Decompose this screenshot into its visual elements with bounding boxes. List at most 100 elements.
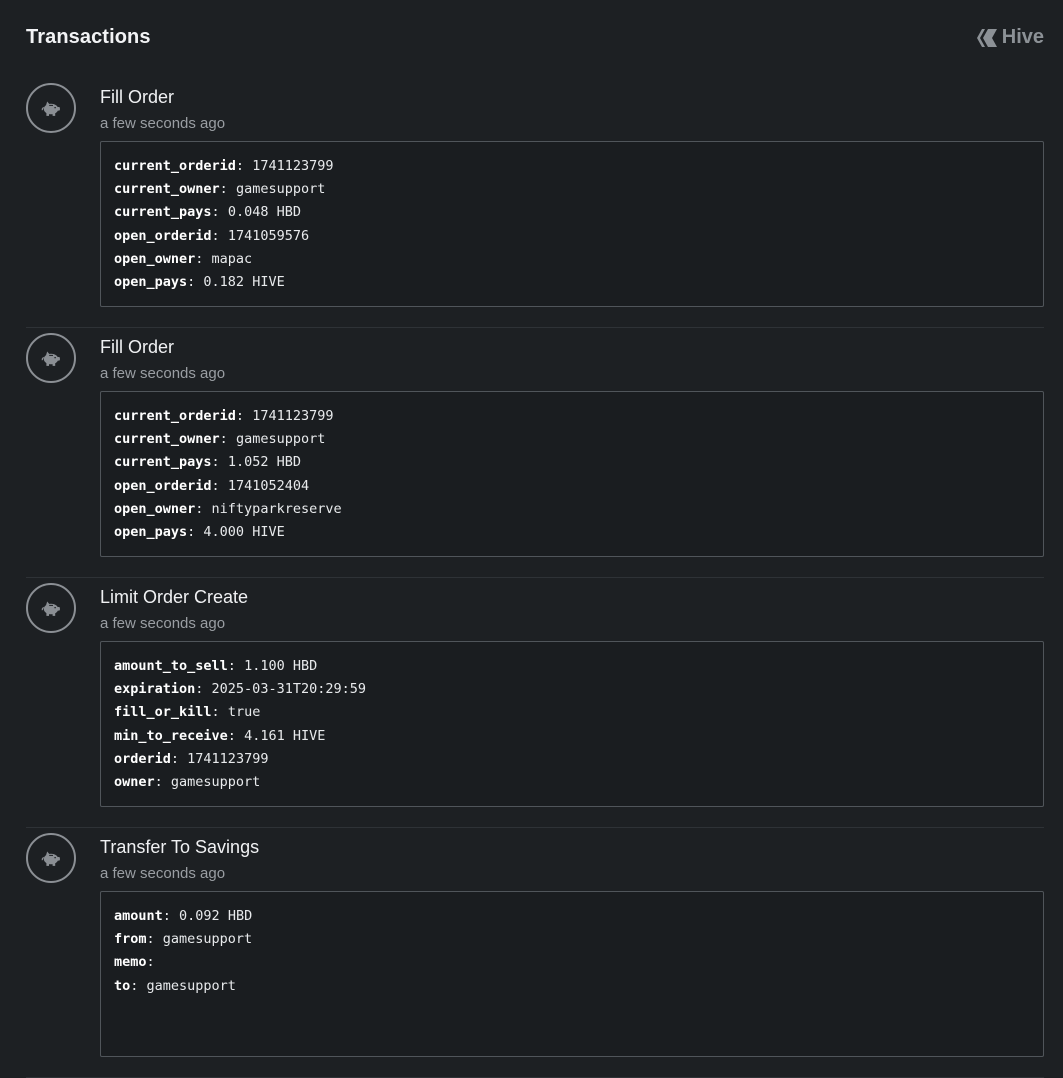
detail-value: gamesupport	[170, 773, 261, 790]
detail-row: expiration: 2025-03-31T20:29:59	[114, 680, 1030, 703]
detail-value: true	[227, 704, 261, 721]
detail-key: orderid	[114, 750, 171, 767]
detail-row: open_owner: mapac	[114, 250, 1030, 273]
detail-key: amount	[114, 908, 163, 924]
piggy-bank-icon	[26, 583, 76, 633]
detail-value: 1.052 HBD	[227, 454, 301, 471]
transaction-item: Transfer To Savings a few seconds ago am…	[26, 828, 1044, 1078]
brand-label: Hive	[1001, 26, 1044, 48]
transactions-panel: Transactions Hive Fill Order a few secon…	[0, 0, 1063, 1078]
detail-value: 0.182 HIVE	[203, 273, 285, 290]
transaction-details: amount: 0.092 HBD from: gamesupport memo: …	[100, 891, 1044, 1057]
hive-logo-icon	[976, 28, 998, 48]
detail-separator: :	[146, 954, 163, 971]
transaction-timestamp: a few seconds ago	[100, 115, 226, 132]
detail-value: 1741123799	[187, 750, 269, 767]
detail-row: fill_or_kill: true	[114, 703, 1030, 726]
detail-separator: :	[227, 727, 245, 744]
detail-separator: :	[211, 704, 228, 721]
detail-key: to	[114, 977, 131, 994]
detail-separator: :	[227, 658, 245, 674]
detail-value: niftyparkreserve	[211, 500, 342, 517]
detail-row: from: gamesupport	[114, 930, 1030, 953]
detail-separator: :	[195, 500, 212, 517]
detail-key: current_pays	[114, 454, 212, 471]
piggy-bank-icon	[26, 83, 76, 133]
transaction-title: Transfer To Savings	[100, 837, 260, 857]
detail-value: 1741052404	[227, 477, 310, 494]
transaction-timestamp: a few seconds ago	[100, 865, 226, 882]
detail-row: open_pays: 4.000 HIVE	[114, 523, 1030, 546]
detail-value: 4.000 HIVE	[203, 523, 285, 540]
detail-key: current_owner	[114, 431, 220, 448]
detail-row: current_pays: 0.048 HBD	[114, 203, 1030, 226]
detail-separator: :	[235, 158, 253, 174]
detail-key: fill_or_kill	[114, 704, 212, 721]
detail-key: amount_to_sell	[114, 658, 228, 674]
detail-separator: :	[195, 681, 212, 698]
transaction-title: Fill Order	[100, 87, 175, 107]
transaction-item: Fill Order a few seconds ago current_ord…	[26, 78, 1044, 328]
transaction-timestamp: a few seconds ago	[100, 365, 226, 382]
detail-value: 1741123799	[252, 158, 334, 174]
detail-key: current_orderid	[114, 158, 236, 174]
detail-key: owner	[114, 773, 155, 790]
detail-separator: :	[211, 477, 228, 494]
detail-separator: :	[170, 750, 188, 767]
detail-separator: :	[195, 250, 212, 267]
detail-key: open_orderid	[114, 477, 212, 494]
detail-key: min_to_receive	[114, 727, 228, 744]
detail-row: current_orderid: 1741123799	[114, 407, 1030, 430]
detail-separator: :	[187, 523, 204, 540]
detail-separator: :	[187, 273, 204, 290]
detail-value: gamesupport	[235, 431, 326, 448]
detail-value: gamesupport	[235, 181, 326, 198]
detail-row: owner: gamesupport	[114, 773, 1030, 796]
detail-key: open_owner	[114, 250, 196, 267]
hive-brand-link[interactable]: Hive	[976, 26, 1044, 49]
detail-row: open_orderid: 1741059576	[114, 227, 1030, 250]
detail-value: 0.048 HBD	[227, 204, 301, 221]
detail-value: 1.100 HBD	[244, 658, 318, 674]
detail-key: from	[114, 931, 147, 948]
detail-key: expiration	[114, 681, 196, 698]
detail-row: orderid: 1741123799	[114, 750, 1030, 773]
detail-key: open_pays	[114, 273, 188, 290]
detail-separator: :	[211, 454, 228, 471]
detail-key: open_owner	[114, 500, 196, 517]
detail-separator: :	[219, 181, 236, 198]
detail-row: to: gamesupport	[114, 977, 1030, 1000]
detail-separator: :	[235, 408, 253, 424]
transaction-details: amount_to_sell: 1.100 HBD expiration: 202…	[100, 641, 1044, 807]
detail-separator: :	[154, 773, 171, 790]
detail-separator: :	[146, 931, 163, 948]
detail-row: open_pays: 0.182 HIVE	[114, 273, 1030, 296]
transaction-item: Fill Order a few seconds ago current_ord…	[26, 328, 1044, 578]
detail-row: open_orderid: 1741052404	[114, 477, 1030, 500]
detail-row: current_owner: gamesupport	[114, 430, 1030, 453]
detail-row: memo:	[114, 953, 1030, 976]
detail-value: 2025-03-31T20:29:59	[211, 681, 366, 698]
detail-value: 0.092 HBD	[179, 908, 253, 924]
transaction-list: Fill Order a few seconds ago current_ord…	[26, 78, 1044, 1078]
detail-key: current_pays	[114, 204, 212, 221]
piggy-bank-icon	[26, 333, 76, 383]
detail-separator: :	[211, 227, 228, 244]
piggy-bank-icon	[26, 833, 76, 883]
detail-separator: :	[219, 431, 236, 448]
detail-value: 1741059576	[227, 227, 310, 244]
detail-key: open_orderid	[114, 227, 212, 244]
detail-key: open_pays	[114, 523, 188, 540]
panel-header: Transactions Hive	[26, 0, 1044, 78]
detail-separator: :	[130, 977, 147, 994]
transaction-timestamp: a few seconds ago	[100, 615, 226, 632]
detail-row: open_owner: niftyparkreserve	[114, 500, 1030, 523]
detail-separator: :	[211, 204, 228, 221]
detail-row: amount: 0.092 HBD	[114, 907, 1030, 930]
transaction-details: current_orderid: 1741123799 current_owner…	[100, 391, 1044, 557]
detail-row: current_orderid: 1741123799	[114, 157, 1030, 180]
detail-key: memo	[114, 954, 147, 971]
transaction-title: Limit Order Create	[100, 587, 249, 607]
detail-value: mapac	[211, 250, 253, 267]
transaction-details: current_orderid: 1741123799 current_owner…	[100, 141, 1044, 307]
